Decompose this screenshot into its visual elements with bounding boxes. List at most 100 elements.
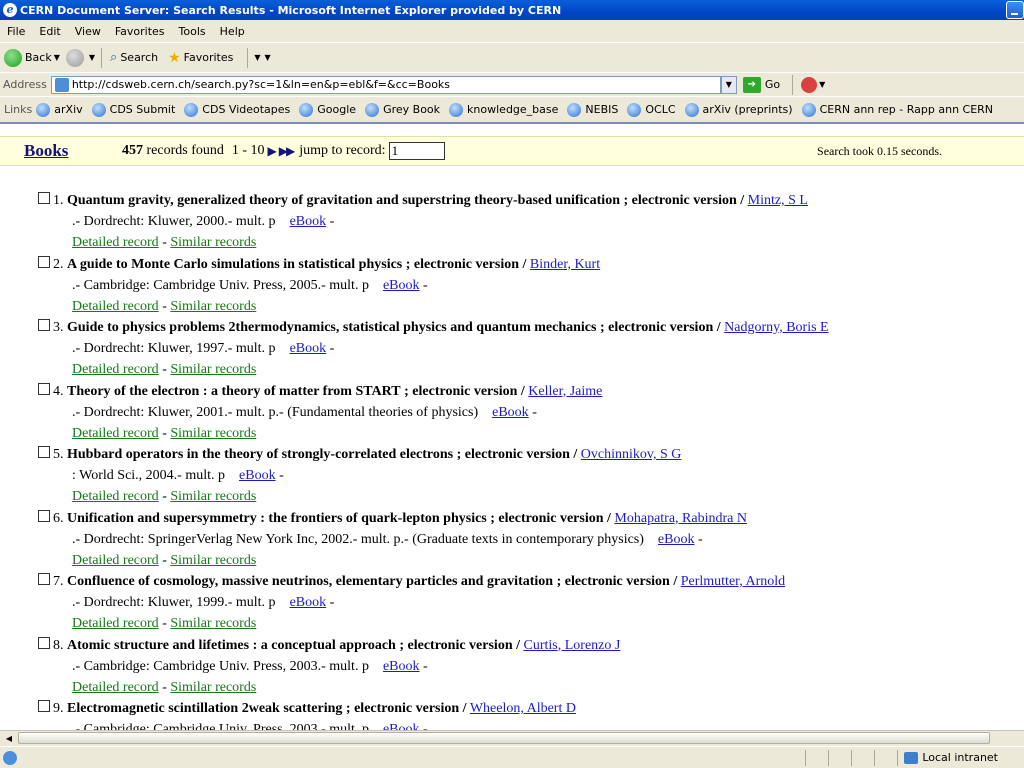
detailed-record-link[interactable]: Detailed record [72, 426, 159, 441]
link-cds-videotapes[interactable]: CDS Videotapes [184, 102, 290, 117]
record-author-link[interactable]: Perlmutter, Arnold [681, 574, 785, 589]
jump-to-record-input[interactable] [388, 142, 445, 160]
record-checkbox[interactable] [38, 382, 50, 395]
record-edition: ; electronic version / [404, 383, 525, 399]
record-publication: .- Dordrecht: Kluwer, 2001.- mult. p.- (… [72, 404, 479, 420]
scrollbar-thumb[interactable] [18, 732, 990, 744]
record-checkbox[interactable] [38, 255, 50, 268]
status-bar: Local intranet [0, 746, 1024, 768]
detailed-record-link[interactable]: Detailed record [72, 553, 159, 568]
record-author-link[interactable]: Nadgorny, Boris E [724, 320, 828, 335]
records-count-suffix: records found [146, 143, 224, 158]
record-checkbox[interactable] [38, 700, 50, 712]
ebook-link[interactable]: eBook [658, 532, 695, 547]
link-arxiv[interactable]: arXiv [36, 102, 83, 117]
ebook-link[interactable]: eBook [290, 214, 327, 229]
similar-records-link[interactable]: Similar records [170, 299, 256, 314]
record-checkbox[interactable] [38, 509, 50, 522]
record-author-link[interactable]: Mintz, S L [748, 193, 808, 208]
go-button[interactable]: ➔ Go [742, 76, 780, 93]
record-title-line: 7. Confluence of cosmology, massive neut… [38, 571, 1018, 592]
ebook-link[interactable]: eBook [383, 659, 420, 674]
record-checkbox[interactable] [38, 446, 50, 458]
similar-records-link[interactable]: Similar records [170, 426, 256, 441]
chevron-down-icon[interactable]: ▼ [89, 53, 95, 62]
similar-records-link[interactable]: Similar records [170, 362, 256, 377]
next-page-icon[interactable]: ▶ [268, 144, 277, 158]
link-arxiv-preprints[interactable]: arXiv (preprints) [684, 102, 793, 117]
detailed-record-link[interactable]: Detailed record [72, 680, 159, 695]
record-author-link[interactable]: Binder, Kurt [530, 257, 600, 272]
record-author-link[interactable]: Wheelon, Albert D [470, 701, 576, 716]
similar-records-link[interactable]: Similar records [170, 680, 256, 695]
link-nebis[interactable]: NEBIS [567, 102, 619, 117]
similar-records-link[interactable]: Similar records [170, 235, 256, 250]
search-label: Search [120, 51, 159, 64]
link-cern-ann-rep[interactable]: CERN ann rep - Rapp ann CERN [801, 102, 993, 117]
link-grey-book[interactable]: Grey Book [365, 102, 440, 117]
menu-view[interactable]: View [68, 25, 108, 38]
address-dropdown-button[interactable]: ▼ [720, 75, 737, 94]
link-label: NEBIS [585, 103, 619, 116]
record-author-link[interactable]: Mohapatra, Rabindra N [614, 511, 747, 526]
chevron-down-icon[interactable]: ▼ [54, 53, 60, 62]
menu-edit[interactable]: Edit [32, 25, 67, 38]
favorites-label: Favorites [183, 51, 234, 64]
chevron-down-icon[interactable]: ▼ [819, 80, 825, 89]
record-publication: .- Cambridge: Cambridge Univ. Press, 200… [72, 277, 369, 293]
address-url[interactable]: http://cdsweb.cern.ch/search.py?sc=1&ln=… [72, 78, 450, 91]
detailed-record-link[interactable]: Detailed record [72, 616, 159, 631]
horizontal-scrollbar[interactable]: ◀ [0, 730, 1024, 746]
ebook-link[interactable]: eBook [383, 722, 420, 730]
menu-file[interactable]: File [0, 25, 32, 38]
record-author-link[interactable]: Curtis, Lorenzo J [524, 638, 621, 653]
status-pane [874, 749, 897, 766]
last-page-icon[interactable]: ▶▶ [279, 144, 296, 158]
link-oclc[interactable]: OCLC [627, 102, 676, 117]
record-checkbox[interactable] [38, 636, 50, 649]
detailed-record-link[interactable]: Detailed record [72, 362, 159, 377]
ie-page-icon [449, 102, 464, 117]
detailed-record-link[interactable]: Detailed record [72, 235, 159, 250]
record-checkbox[interactable] [38, 319, 50, 331]
address-input[interactable]: http://cdsweb.cern.ch/search.py?sc=1&ln=… [50, 75, 721, 94]
link-google[interactable]: Google [299, 102, 356, 117]
chevron-down-icon[interactable]: ▼ [265, 53, 271, 62]
favorites-button[interactable]: ★ Favorites [168, 50, 233, 66]
link-knowledge-base[interactable]: knowledge_base [449, 102, 558, 117]
menu-help[interactable]: Help [213, 25, 252, 38]
menu-tools[interactable]: Tools [172, 25, 213, 38]
ebook-link[interactable]: eBook [492, 405, 529, 420]
record-checkbox[interactable] [38, 192, 50, 204]
similar-records-link[interactable]: Similar records [170, 616, 256, 631]
record-publication-line: .- Cambridge: Cambridge Univ. Press, 200… [72, 277, 428, 293]
ie-page-icon [801, 102, 816, 117]
minimize-button[interactable] [1006, 1, 1024, 19]
record-title-line: 9. Electromagnetic scintillation 2weak s… [38, 698, 1018, 719]
back-button[interactable]: Back ▼ [4, 48, 62, 67]
link-cds-submit[interactable]: CDS Submit [91, 102, 175, 117]
scroll-left-icon[interactable]: ◀ [2, 732, 16, 745]
record-checkbox[interactable] [38, 573, 50, 585]
collection-link[interactable]: Books [24, 141, 122, 161]
record-author-link[interactable]: Keller, Jaime [528, 384, 602, 399]
results-header: Books 457 records found 1 - 10 ▶ ▶▶ jump … [0, 136, 1024, 166]
record-author-link[interactable]: Ovchinnikov, S G [581, 447, 682, 462]
ebook-link[interactable]: eBook [290, 341, 327, 356]
detailed-record-link[interactable]: Detailed record [72, 299, 159, 314]
chevron-down-icon[interactable]: ▼ [254, 53, 260, 62]
ebook-link[interactable]: eBook [383, 278, 420, 293]
ebook-link[interactable]: eBook [290, 595, 327, 610]
search-button[interactable]: ⌕ Search [110, 50, 158, 65]
forward-button[interactable]: ▼ [65, 48, 97, 67]
ebook-link[interactable]: eBook [239, 468, 276, 483]
similar-records-link[interactable]: Similar records [170, 489, 256, 504]
next-page-arrows: ▶ ▶▶ [268, 144, 296, 159]
similar-records-link[interactable]: Similar records [170, 553, 256, 568]
record-publication-line: .- Dordrecht: Kluwer, 1999.- mult. p eBo… [72, 595, 335, 610]
record-number: 9. [53, 701, 64, 716]
toolbar-extension-icon[interactable] [801, 76, 818, 93]
go-arrow-icon: ➔ [742, 76, 761, 93]
menu-favorites[interactable]: Favorites [108, 25, 172, 38]
detailed-record-link[interactable]: Detailed record [72, 489, 159, 504]
